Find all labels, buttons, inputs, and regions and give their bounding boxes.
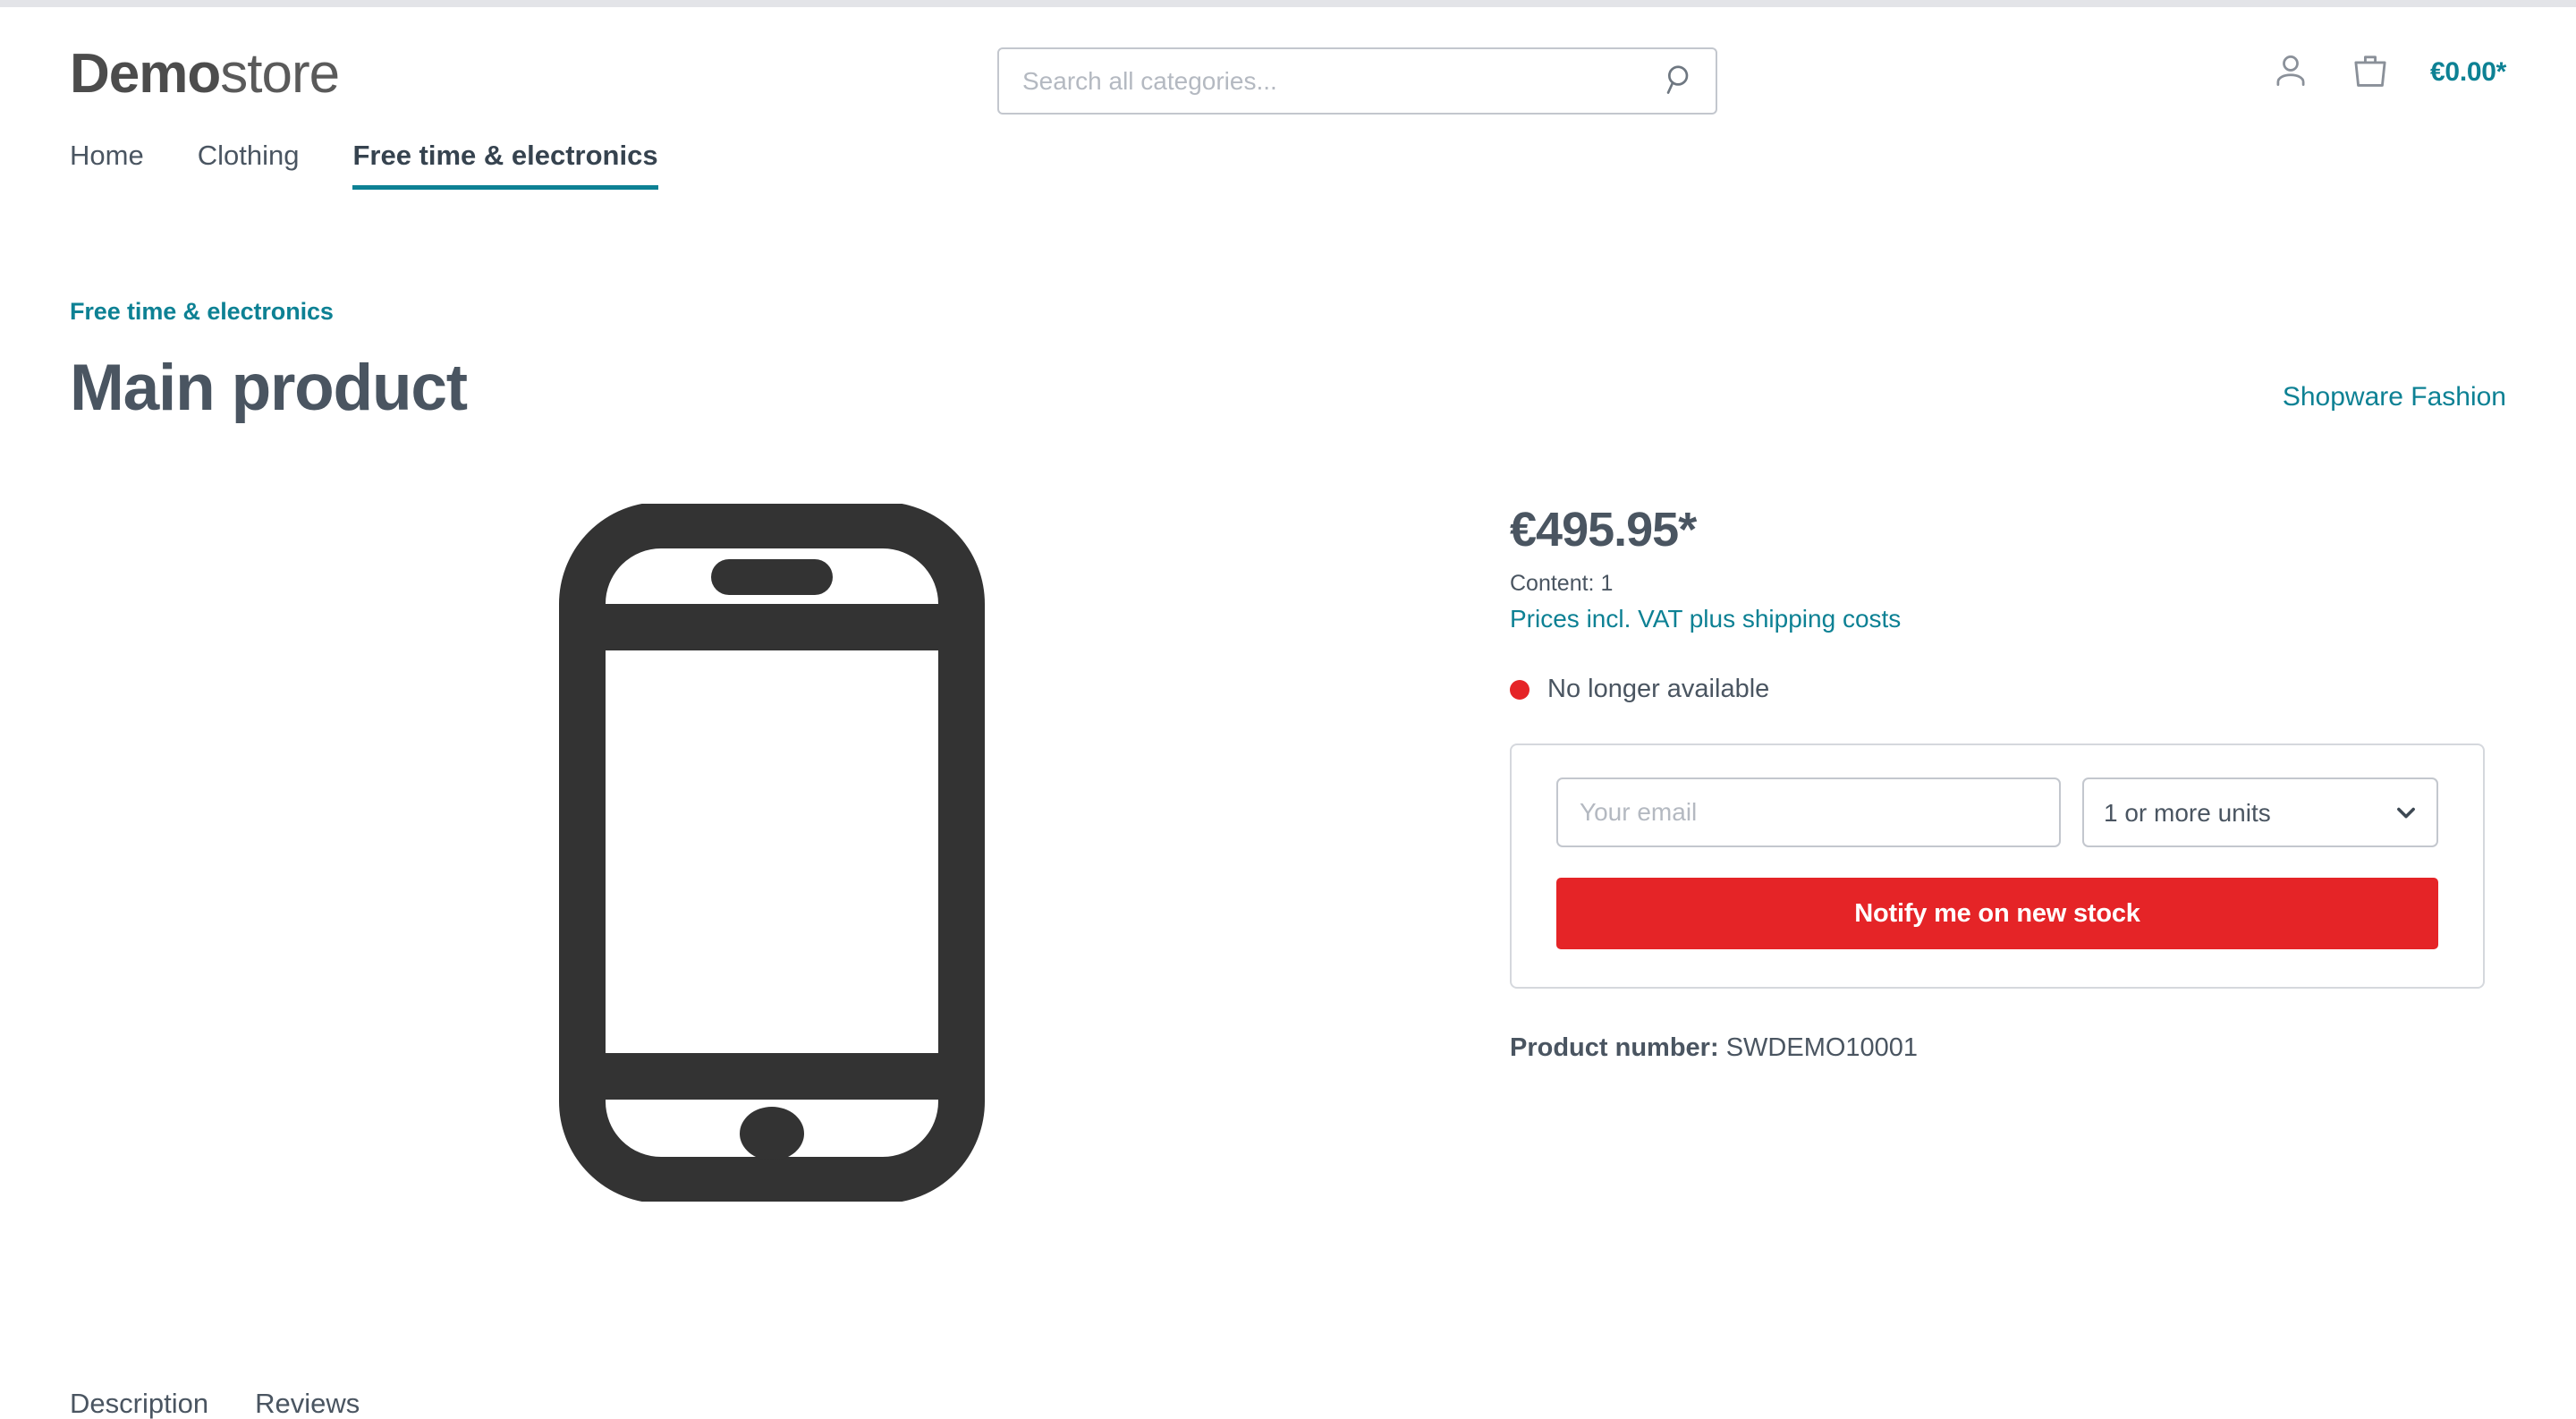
notify-quantity-select[interactable]: 1 or more units [2082, 777, 2438, 848]
product-title-row: Main product Shopware Fashion [70, 352, 2506, 424]
main-navigation: Home Clothing Free time & electronics [0, 141, 2576, 213]
search-input[interactable] [999, 66, 1646, 96]
manufacturer-link[interactable]: Shopware Fashion [2283, 382, 2506, 423]
product-number: Product number: SWDEMO10001 [1510, 1033, 2506, 1063]
nav-item-free-time-electronics[interactable]: Free time & electronics [352, 141, 658, 190]
notify-form-box: 1 or more units Notify me on new stock [1510, 743, 2485, 990]
product-content-info: Content: 1 [1510, 571, 1614, 597]
page-title: Main product [70, 352, 468, 424]
stock-status-dot-icon [1510, 679, 1530, 700]
smartphone-placeholder-icon [557, 501, 987, 1206]
breadcrumb[interactable]: Free time & electronics [70, 298, 334, 326]
product-gallery[interactable] [70, 486, 1474, 1206]
account-button[interactable] [2271, 51, 2310, 93]
notify-submit-button[interactable]: Notify me on new stock [1556, 878, 2438, 950]
site-header: Demostore Search all categories... €0.00… [0, 7, 2576, 141]
tab-description[interactable]: Description [70, 1389, 208, 1417]
nav-item-home[interactable]: Home [70, 141, 144, 190]
product-detail-body: €495.95* Content: 1 Prices incl. VAT plu… [70, 486, 2506, 1206]
tab-reviews[interactable]: Reviews [255, 1389, 360, 1417]
product-buy-box: €495.95* Content: 1 Prices incl. VAT plu… [1474, 486, 2506, 1206]
stock-status-row: No longer available [1510, 675, 2506, 704]
product-number-label: Product number: [1510, 1033, 1719, 1063]
logo-light-text: store [220, 43, 340, 105]
user-icon [2271, 51, 2310, 93]
top-accent-strip [0, 0, 2576, 7]
stock-status-text: No longer available [1547, 675, 1770, 704]
logo-bold-text: Demo [70, 43, 221, 105]
cart-total-amount[interactable]: €0.00* [2430, 57, 2506, 88]
search-submit-button[interactable] [1646, 49, 1716, 113]
search-box[interactable] [997, 47, 1717, 115]
header-actions: €0.00* [2271, 50, 2506, 94]
notify-quantity-select-wrap: 1 or more units [2082, 777, 2438, 848]
shopping-bag-icon [2350, 50, 2391, 94]
cart-button[interactable] [2350, 50, 2391, 94]
notify-form-fields: 1 or more units [1556, 777, 2438, 848]
product-number-value: SWDEMO10001 [1725, 1033, 1919, 1063]
site-logo[interactable]: Demostore [70, 47, 340, 102]
product-detail-tabs: Description Reviews [70, 1389, 360, 1417]
nav-item-clothing[interactable]: Clothing [198, 141, 300, 190]
search-icon [1664, 63, 1698, 99]
notify-email-input[interactable] [1556, 777, 2061, 848]
search-area [997, 47, 1717, 115]
product-price: €495.95* [1510, 502, 1697, 557]
tax-shipping-info[interactable]: Prices incl. VAT plus shipping costs [1510, 605, 2506, 633]
page-content: Free time & electronics Main product Sho… [0, 213, 2576, 1206]
